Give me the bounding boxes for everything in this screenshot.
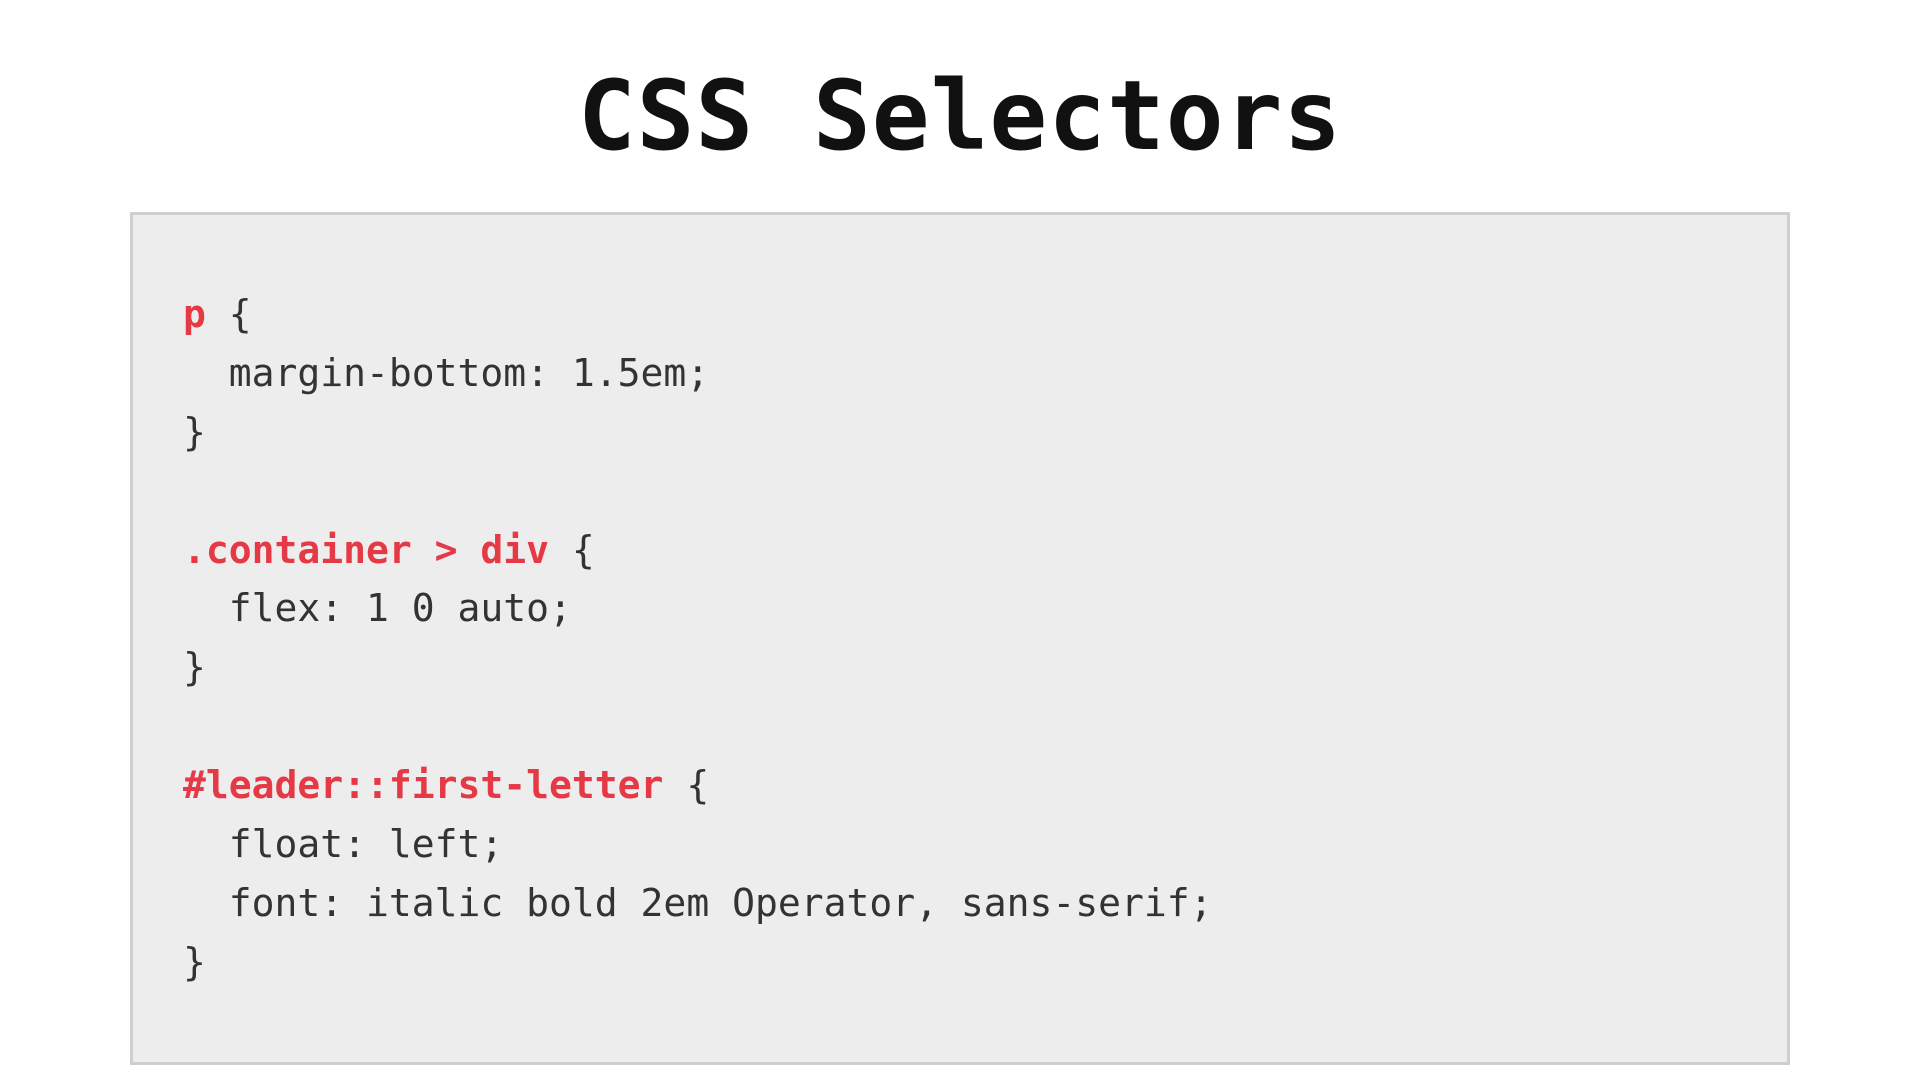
brace-close: } <box>183 410 206 454</box>
slide: CSS Selectors p { margin-bottom: 1.5em; … <box>0 0 1920 1080</box>
brace-open: { <box>206 292 252 336</box>
selector-container-div: .container > div <box>183 528 549 572</box>
declaration: margin-bottom: 1.5em; <box>183 351 709 395</box>
brace-open: { <box>663 763 709 807</box>
brace-close: } <box>183 940 206 984</box>
declaration: flex: 1 0 auto; <box>183 586 572 630</box>
code-block: p { margin-bottom: 1.5em; } .container >… <box>130 212 1790 1065</box>
brace-close: } <box>183 645 206 689</box>
declaration: font: italic bold 2em Operator, sans-ser… <box>183 881 1213 925</box>
code-content: p { margin-bottom: 1.5em; } .container >… <box>183 285 1737 992</box>
brace-open: { <box>549 528 595 572</box>
selector-p: p <box>183 292 206 336</box>
declaration: float: left; <box>183 822 503 866</box>
selector-leader-first-letter: #leader::first-letter <box>183 763 663 807</box>
slide-title: CSS Selectors <box>130 60 1790 172</box>
